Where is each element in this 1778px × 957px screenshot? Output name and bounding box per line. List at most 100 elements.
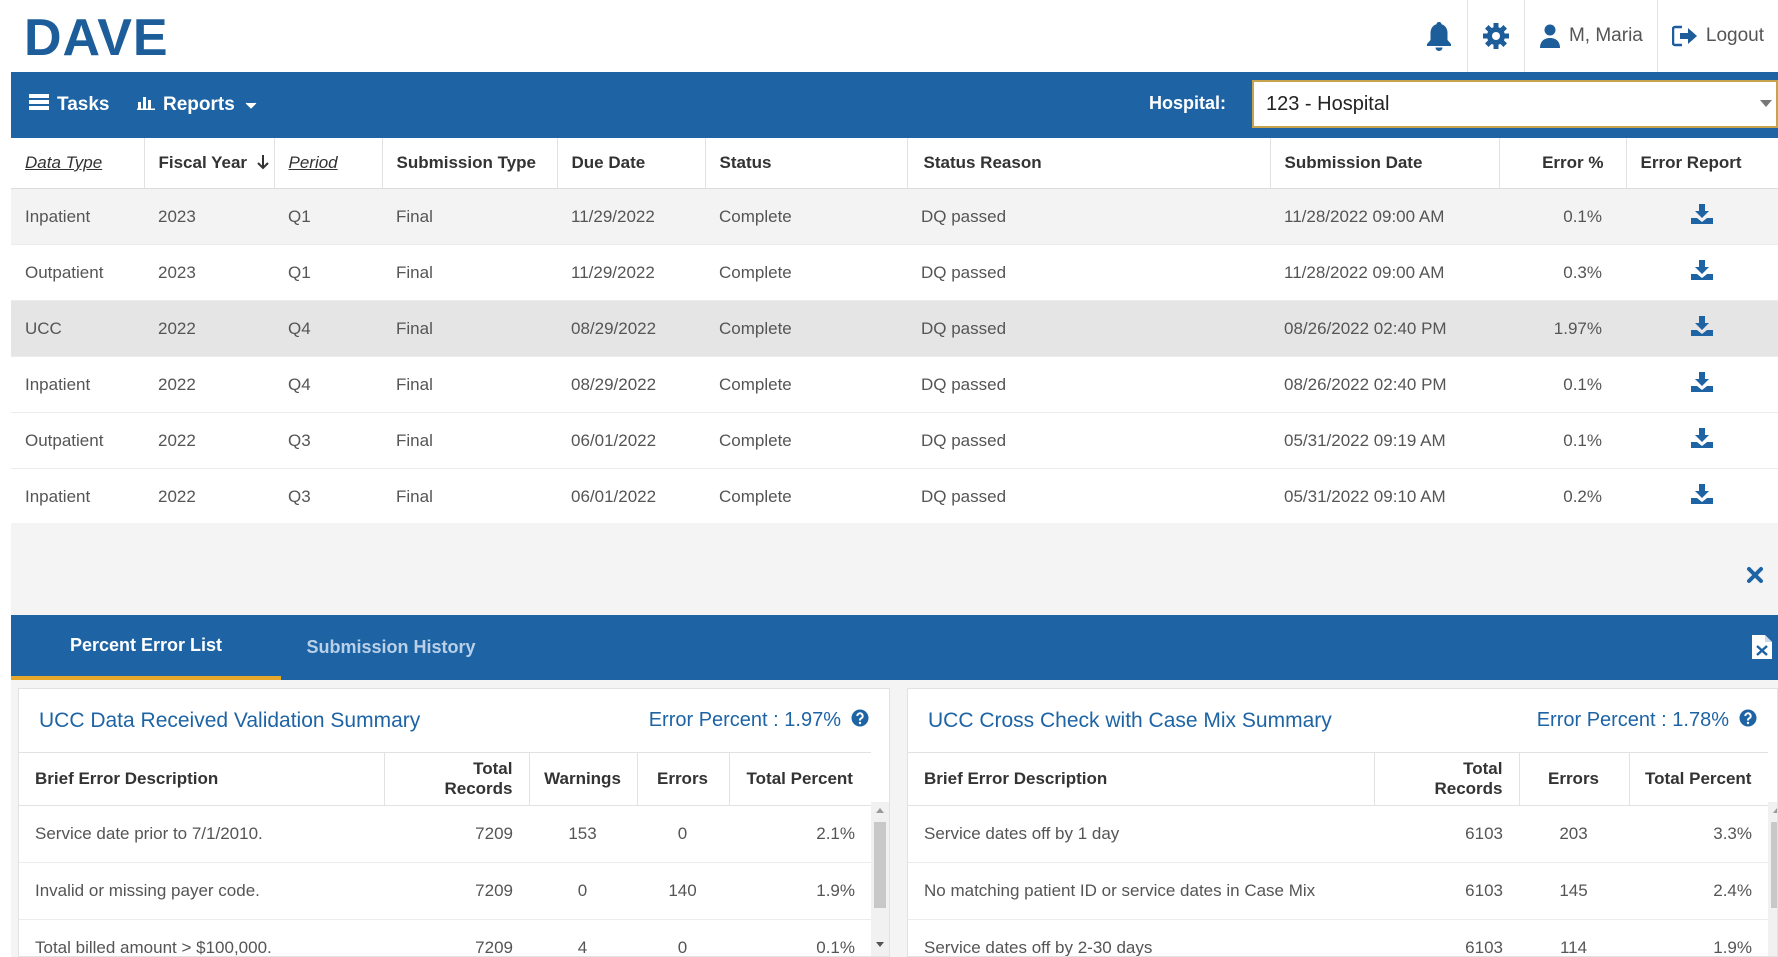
table-row: No matching patient ID or service dates … bbox=[908, 862, 1768, 920]
help-icon[interactable] bbox=[841, 709, 869, 733]
cell-total: 6103 bbox=[1374, 862, 1519, 920]
cell-submission-type: Final bbox=[382, 412, 557, 469]
validation-summary-table: Brief Error Description Total Records Wa… bbox=[19, 752, 871, 956]
tab-percent-error-list[interactable]: Percent Error List bbox=[11, 615, 281, 680]
cell-due-date: 08/29/2022 bbox=[557, 300, 705, 357]
cell-data-type: Inpatient bbox=[11, 356, 144, 413]
header-submission-type[interactable]: Submission Type bbox=[381, 138, 557, 189]
cell-submission-date: 08/26/2022 02:40 PM bbox=[1270, 356, 1499, 413]
header-data-type[interactable]: Data Type bbox=[11, 138, 144, 189]
download-icon[interactable] bbox=[1691, 372, 1713, 397]
tasks-icon bbox=[29, 94, 57, 116]
header-desc: Brief Error Description bbox=[19, 752, 384, 806]
header-period[interactable]: Period bbox=[273, 138, 382, 189]
table-row[interactable]: Inpatient 2023 Q1 Final 11/29/2022 Compl… bbox=[11, 188, 1778, 245]
header-error-report[interactable]: Error Report bbox=[1625, 138, 1778, 189]
scrollbar[interactable] bbox=[871, 802, 889, 956]
download-icon[interactable] bbox=[1691, 316, 1713, 341]
header-status-reason[interactable]: Status Reason bbox=[906, 138, 1270, 189]
panel-title: UCC Cross Check with Case Mix Summary bbox=[928, 708, 1332, 732]
cell-pct: 1.9% bbox=[1629, 919, 1768, 956]
cell-submission-type: Final bbox=[382, 244, 557, 301]
header-status[interactable]: Status bbox=[704, 138, 907, 189]
tasks-menu[interactable]: Tasks bbox=[29, 72, 109, 138]
ucc-cross-check-panel: UCC Cross Check with Case Mix Summary Er… bbox=[907, 688, 1778, 957]
header-errors: Errors bbox=[1518, 752, 1629, 806]
cell-errors: 145 bbox=[1519, 862, 1629, 920]
settings-button[interactable] bbox=[1466, 0, 1524, 72]
cell-period: Q3 bbox=[274, 412, 382, 469]
reports-chart-icon bbox=[137, 94, 163, 116]
cell-submission-type: Final bbox=[382, 356, 557, 413]
header-submission-date[interactable]: Submission Date bbox=[1269, 138, 1499, 189]
header-fiscal-year[interactable]: Fiscal Year bbox=[143, 138, 274, 189]
cell-data-type: Inpatient bbox=[11, 188, 144, 245]
cell-submission-date: 05/31/2022 09:10 AM bbox=[1270, 468, 1499, 525]
cell-due-date: 06/01/2022 bbox=[557, 412, 705, 469]
download-icon[interactable] bbox=[1691, 204, 1713, 229]
cell-error-report bbox=[1626, 244, 1778, 301]
hospital-select[interactable]: 123 - Hospital bbox=[1252, 80, 1778, 128]
cell-period: Q4 bbox=[274, 300, 382, 357]
cell-due-date: 06/01/2022 bbox=[557, 468, 705, 525]
table-row[interactable]: Inpatient 2022 Q4 Final 08/29/2022 Compl… bbox=[11, 356, 1778, 413]
reports-label: Reports bbox=[163, 94, 235, 115]
scroll-up-icon[interactable] bbox=[1773, 808, 1777, 813]
cell-pct: 3.3% bbox=[1629, 805, 1768, 863]
scrollbar-thumb[interactable] bbox=[1771, 822, 1777, 908]
tab-submission-history[interactable]: Submission History bbox=[281, 615, 501, 680]
table-row[interactable]: Inpatient 2022 Q3 Final 06/01/2022 Compl… bbox=[11, 468, 1778, 525]
download-icon[interactable] bbox=[1691, 428, 1713, 453]
reports-menu[interactable]: Reports bbox=[137, 72, 265, 138]
download-icon[interactable] bbox=[1691, 260, 1713, 285]
bell-icon bbox=[1425, 21, 1453, 51]
table-row: Service dates off by 2-30 days 6103 114 … bbox=[908, 919, 1768, 956]
cell-status-reason: DQ passed bbox=[907, 468, 1270, 525]
cell-data-type: Inpatient bbox=[11, 468, 144, 525]
cell-period: Q4 bbox=[274, 356, 382, 413]
cell-status-reason: DQ passed bbox=[907, 244, 1270, 301]
cell-status-reason: DQ passed bbox=[907, 356, 1270, 413]
header-total: Total Records bbox=[383, 752, 529, 806]
close-icon[interactable] bbox=[1746, 566, 1764, 584]
cell-warnings: 153 bbox=[529, 805, 637, 863]
top-header: DAVE M, Maria Logout bbox=[0, 0, 1778, 72]
user-menu[interactable]: M, Maria bbox=[1523, 0, 1657, 72]
header-due-date[interactable]: Due Date bbox=[556, 138, 705, 189]
header-fiscal-year-label: Fiscal Year bbox=[158, 153, 248, 172]
table-row[interactable]: Outpatient 2022 Q3 Final 06/01/2022 Comp… bbox=[11, 412, 1778, 469]
table-row[interactable]: Outpatient 2023 Q1 Final 11/29/2022 Comp… bbox=[11, 244, 1778, 301]
header-desc: Brief Error Description bbox=[908, 752, 1374, 806]
error-percent-value: Error Percent : 1.97% bbox=[648, 709, 841, 731]
scrollbar-thumb[interactable] bbox=[874, 822, 886, 908]
cell-fiscal-year: 2023 bbox=[144, 188, 274, 245]
table-header-row: Brief Error Description Total Records Wa… bbox=[19, 752, 871, 806]
cell-desc: Service date prior to 7/1/2010. bbox=[19, 805, 384, 863]
table-row: Service dates off by 1 day 6103 203 3.3% bbox=[908, 805, 1768, 863]
download-icon[interactable] bbox=[1691, 484, 1713, 509]
app-logo[interactable]: DAVE bbox=[24, 8, 169, 68]
cell-submission-type: Final bbox=[382, 300, 557, 357]
excel-icon[interactable] bbox=[1752, 635, 1772, 664]
cell-total: 7209 bbox=[384, 862, 529, 920]
cell-status: Complete bbox=[705, 244, 907, 301]
scroll-down-icon[interactable] bbox=[876, 942, 884, 947]
cell-fiscal-year: 2022 bbox=[144, 468, 274, 525]
table-row-selected[interactable]: UCC 2022 Q4 Final 08/29/2022 Complete DQ… bbox=[11, 300, 1778, 357]
gear-icon bbox=[1482, 22, 1510, 50]
header-error-pct[interactable]: Error % bbox=[1498, 138, 1626, 189]
cell-error-pct: 0.3% bbox=[1499, 244, 1626, 301]
error-percent: Error Percent : 1.78% bbox=[1537, 709, 1757, 733]
logout-button[interactable]: Logout bbox=[1656, 0, 1778, 72]
panel-header: UCC Data Received Validation Summary Err… bbox=[19, 689, 889, 752]
cell-pct: 1.9% bbox=[729, 862, 871, 920]
cell-error-report bbox=[1626, 412, 1778, 469]
user-name: M, Maria bbox=[1568, 25, 1643, 46]
cell-total: 7209 bbox=[384, 919, 529, 956]
help-icon[interactable] bbox=[1729, 709, 1757, 733]
scroll-up-icon[interactable] bbox=[876, 808, 884, 813]
scrollbar[interactable] bbox=[1768, 802, 1777, 956]
cell-period: Q1 bbox=[274, 188, 382, 245]
cell-status-reason: DQ passed bbox=[907, 188, 1270, 245]
notifications-button[interactable] bbox=[1411, 0, 1467, 72]
